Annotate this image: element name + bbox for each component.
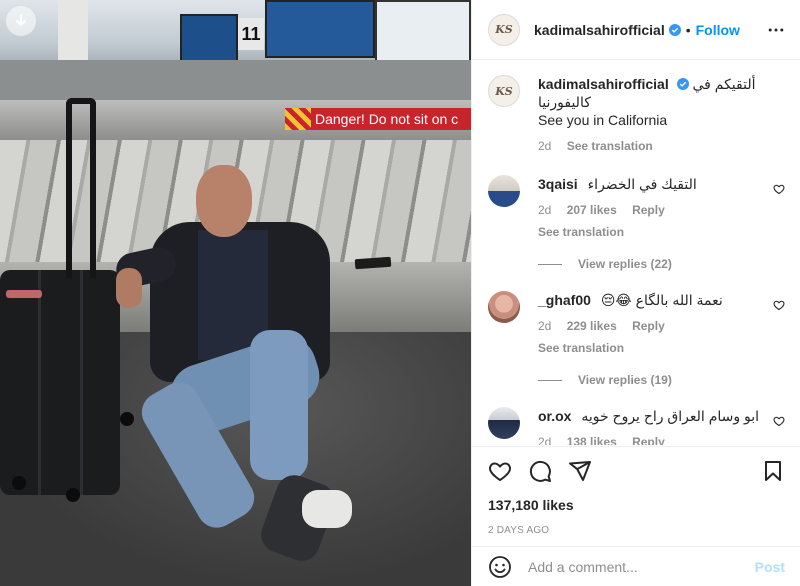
photo-suitcase-wheel xyxy=(66,488,80,502)
caption-text-line2: كاليفورنيا xyxy=(538,94,591,110)
photo-person-sock xyxy=(302,490,352,528)
comment-likes[interactable]: 229 likes xyxy=(567,319,617,333)
follow-button[interactable]: Follow xyxy=(696,22,740,38)
replies-divider xyxy=(538,379,562,381)
bookmark-icon[interactable] xyxy=(761,459,785,483)
reply-button[interactable]: Reply xyxy=(632,203,665,217)
post-photo[interactable]: 11 Danger! Do not sit on c xyxy=(0,0,471,586)
photo-carousel-number: 11 xyxy=(238,18,264,50)
see-translation-link[interactable]: See translation xyxy=(567,139,653,153)
replies-divider xyxy=(538,263,562,265)
comment-icon[interactable] xyxy=(528,459,552,483)
comment-text: نعمة الله بالگاع 😂😔 xyxy=(600,292,723,308)
comment-likes[interactable]: 138 likes xyxy=(567,435,617,445)
more-options-icon[interactable] xyxy=(764,18,788,42)
avatar[interactable]: KS xyxy=(488,13,520,46)
see-translation-link[interactable]: See translation xyxy=(538,341,624,355)
avatar-monogram: KS xyxy=(495,84,513,98)
comment-likes[interactable]: 207 likes xyxy=(567,203,617,217)
photo-danger-sign: Danger! Do not sit on c xyxy=(285,108,471,130)
header-username[interactable]: kadimalsahirofficial xyxy=(534,22,665,38)
view-replies-button[interactable]: View replies (22) xyxy=(538,257,785,271)
caption-username[interactable]: kadimalsahirofficial xyxy=(538,76,669,92)
comment-username[interactable]: or.ox xyxy=(538,408,571,424)
avatar[interactable] xyxy=(488,407,520,439)
post-actions: 137,180 likes 2 DAYS AGO xyxy=(472,446,800,536)
caption-text-line1: ألتقيكم في xyxy=(692,76,756,92)
photo-info-screen xyxy=(375,0,471,64)
caption-age: 2d xyxy=(538,139,552,153)
view-replies-button[interactable]: View replies (19) xyxy=(538,373,785,387)
comment-item: 3qaisi التقيك في الخضراء 2d 207 likes Re… xyxy=(488,175,785,241)
comment-item: _ghaf00 نعمة الله بالگاع 😂😔 2d 229 likes… xyxy=(488,291,785,357)
comment-age: 2d xyxy=(538,319,552,333)
avatar[interactable] xyxy=(488,175,520,207)
photo-person-hand xyxy=(116,268,142,308)
emoji-icon[interactable] xyxy=(488,555,512,579)
post-comment-button[interactable]: Post xyxy=(755,559,785,575)
photo-person-leg xyxy=(250,330,308,480)
photo-suitcase xyxy=(0,270,120,495)
photo-suitcase-handle xyxy=(66,98,96,278)
likes-count[interactable]: 137,180 likes xyxy=(488,497,785,513)
comment-text: التقيك في الخضراء xyxy=(587,176,697,192)
view-replies-label: View replies (19) xyxy=(578,373,672,387)
comment-heart-icon[interactable] xyxy=(773,415,785,427)
post-header: KS kadimalsahirofficial • Follow xyxy=(472,0,800,60)
post-date[interactable]: 2 DAYS AGO xyxy=(488,525,785,536)
comment-heart-icon[interactable] xyxy=(773,183,785,195)
comments-list[interactable]: KS kadimalsahirofficial ألتقيكم في كاليف… xyxy=(472,61,800,445)
comment-age: 2d xyxy=(538,203,552,217)
add-comment-input[interactable] xyxy=(528,558,755,575)
see-translation-link[interactable]: See translation xyxy=(538,225,624,239)
avatar[interactable] xyxy=(488,291,520,323)
comment-text: ابو وسام العراق راح يروح خويه xyxy=(581,408,760,424)
photo-person-head xyxy=(196,165,252,237)
avatar[interactable]: KS xyxy=(488,75,520,107)
comment-heart-icon[interactable] xyxy=(773,299,785,311)
photo-map-screen xyxy=(265,0,375,58)
post-side-panel: KS kadimalsahirofficial • Follow KS kadi… xyxy=(471,0,800,586)
verified-badge-icon xyxy=(676,78,689,90)
reply-button[interactable]: Reply xyxy=(632,435,665,445)
add-comment-bar: Post xyxy=(472,546,800,586)
photo-suitcase-wheel xyxy=(120,412,134,426)
comment-username[interactable]: 3qaisi xyxy=(538,176,578,192)
avatar-monogram: KS xyxy=(495,23,513,36)
view-replies-label: View replies (22) xyxy=(578,257,672,271)
heart-icon[interactable] xyxy=(488,459,512,483)
photo-departure-screen xyxy=(180,14,238,66)
comment-item: or.ox ابو وسام العراق راح يروح خويه 2d 1… xyxy=(488,407,785,445)
share-icon[interactable] xyxy=(568,459,592,483)
photo-suitcase-wheel xyxy=(12,476,26,490)
comment-age: 2d xyxy=(538,435,552,445)
header-separator: • xyxy=(685,21,691,38)
reply-button[interactable]: Reply xyxy=(632,319,665,333)
caption-text-line3: See you in California xyxy=(538,112,668,128)
photo-suitcase-tag xyxy=(6,290,42,298)
verified-badge-icon xyxy=(668,23,681,36)
post-caption: KS kadimalsahirofficial ألتقيكم في كاليف… xyxy=(488,75,785,155)
download-icon[interactable] xyxy=(6,6,36,36)
comment-username[interactable]: _ghaf00 xyxy=(538,292,591,308)
